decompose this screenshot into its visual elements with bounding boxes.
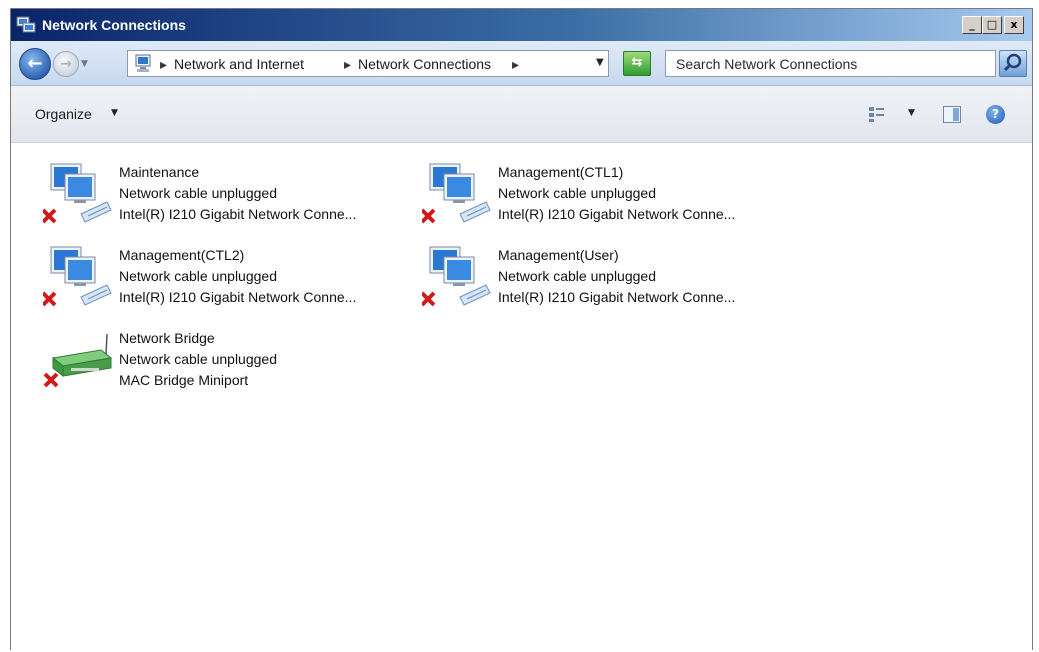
connection-details: Network Bridge Network cable unplugged M… xyxy=(119,328,277,391)
breadcrumb-separator-icon[interactable]: ▸ xyxy=(512,56,519,73)
connections-list: Maintenance Network cable unplugged Inte… xyxy=(11,143,1032,650)
refresh-icon: ⇆ xyxy=(631,55,643,70)
connection-details: Management(CTL1) Network cable unplugged… xyxy=(498,162,735,225)
connection-device: Intel(R) I210 Gigabit Network Conne... xyxy=(498,289,736,305)
search-button[interactable] xyxy=(999,50,1027,77)
connection-status: Network cable unplugged xyxy=(498,185,656,201)
connection-name: Maintenance xyxy=(119,164,200,180)
connection-device: MAC Bridge Miniport xyxy=(119,372,249,388)
search-box[interactable] xyxy=(665,50,996,77)
breadcrumb-network-and-internet[interactable]: Network and Internet xyxy=(174,56,304,72)
connection-device: Intel(R) I210 Gigabit Network Conne... xyxy=(498,206,736,222)
back-arrow-icon: ← xyxy=(27,53,43,74)
address-bar-area: ← → ▼ ▸ Network and Internet ▸ Network C… xyxy=(11,41,1032,86)
preview-pane-icon[interactable] xyxy=(943,106,961,123)
network-connections-window: Network Connections _ □ x ← → ▼ ▸ Networ… xyxy=(10,8,1033,650)
network-adapter-disconnected-icon xyxy=(43,163,112,224)
connection-details: Maintenance Network cable unplugged Inte… xyxy=(119,162,356,225)
connection-item-management-ctl1[interactable]: Management(CTL1) Network cable unplugged… xyxy=(400,156,770,232)
connection-item-management-user[interactable]: Management(User) Network cable unplugged… xyxy=(400,239,770,315)
connection-name: Management(CTL1) xyxy=(498,164,624,180)
forward-button[interactable]: → xyxy=(53,51,79,77)
network-adapter-disconnected-icon xyxy=(43,246,112,307)
organize-menu[interactable]: Organize xyxy=(35,106,92,122)
connection-name: Management(User) xyxy=(498,247,619,263)
maximize-button[interactable]: □ xyxy=(982,16,1002,34)
command-toolbar: Organize ▼ ▼ ? xyxy=(11,86,1032,143)
connection-status: Network cable unplugged xyxy=(119,351,277,367)
forward-arrow-icon: → xyxy=(60,56,72,72)
connection-details: Management(User) Network cable unplugged… xyxy=(498,245,735,308)
help-icon[interactable]: ? xyxy=(986,105,1005,124)
address-dropdown-icon[interactable]: ▼ xyxy=(596,57,604,68)
connection-details: Management(CTL2) Network cable unplugged… xyxy=(119,245,356,308)
view-options-dropdown-icon[interactable]: ▼ xyxy=(908,108,915,118)
network-adapter-disconnected-icon xyxy=(422,246,491,307)
search-icon xyxy=(1003,53,1022,72)
breadcrumb-separator-icon[interactable]: ▸ xyxy=(344,56,351,73)
connection-name: Management(CTL2) xyxy=(119,247,245,263)
connection-name: Network Bridge xyxy=(119,330,215,346)
connection-item-network-bridge[interactable]: Network Bridge Network cable unplugged M… xyxy=(21,322,391,398)
breadcrumb-separator-icon[interactable]: ▸ xyxy=(160,56,167,73)
back-button[interactable]: ← xyxy=(19,48,51,80)
search-input[interactable] xyxy=(666,51,995,76)
connection-status: Network cable unplugged xyxy=(119,185,277,201)
organize-chevron-down-icon[interactable]: ▼ xyxy=(111,108,118,118)
connection-item-management-ctl2[interactable]: Management(CTL2) Network cable unplugged… xyxy=(21,239,391,315)
title-bar[interactable]: Network Connections _ □ x xyxy=(11,9,1032,41)
network-folder-icon xyxy=(135,54,151,72)
connection-status: Network cable unplugged xyxy=(498,268,656,284)
network-bridge-disconnected-icon xyxy=(43,333,113,388)
connection-item-maintenance[interactable]: Maintenance Network cable unplugged Inte… xyxy=(21,156,391,232)
connection-status: Network cable unplugged xyxy=(119,268,277,284)
close-button[interactable]: x xyxy=(1004,16,1024,34)
change-view-icon[interactable] xyxy=(868,105,886,123)
connection-device: Intel(R) I210 Gigabit Network Conne... xyxy=(119,289,357,305)
window-title: Network Connections xyxy=(42,17,186,33)
preview-pane-fill xyxy=(953,108,959,121)
breadcrumb-network-connections[interactable]: Network Connections xyxy=(358,56,491,72)
recent-pages-dropdown[interactable]: ▼ xyxy=(81,59,88,69)
minimize-button[interactable]: _ xyxy=(962,16,982,34)
network-adapter-disconnected-icon xyxy=(422,163,491,224)
refresh-button[interactable]: ⇆ xyxy=(623,51,651,76)
connection-device: Intel(R) I210 Gigabit Network Conne... xyxy=(119,206,357,222)
address-path-box[interactable]: ▸ Network and Internet ▸ Network Connect… xyxy=(127,50,609,77)
network-connections-app-icon xyxy=(16,16,36,33)
